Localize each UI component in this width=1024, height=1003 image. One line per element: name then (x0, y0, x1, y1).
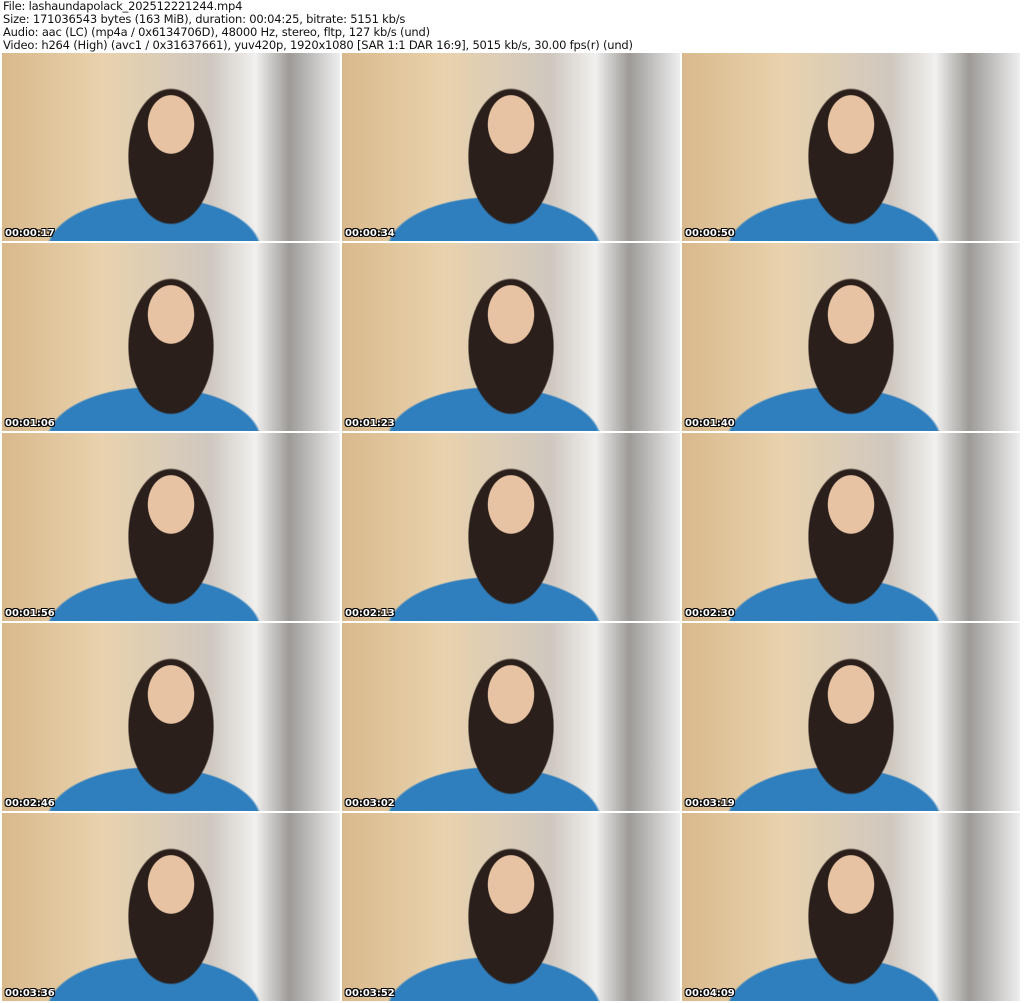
video-thumbnail: 00:02:46 (2, 623, 340, 811)
timestamp-label: 00:02:46 (5, 798, 55, 809)
video-thumbnail: 00:01:56 (2, 433, 340, 621)
video-thumbnail: 00:03:52 (342, 813, 680, 1001)
timestamp-label: 00:03:02 (345, 798, 395, 809)
file-info-header: File: lashaundapolack_202512221244.mp4 S… (3, 0, 633, 52)
video-thumbnail: 00:01:40 (682, 243, 1020, 431)
timestamp-label: 00:03:36 (5, 988, 55, 999)
timestamp-label: 00:01:06 (5, 418, 55, 429)
timestamp-label: 00:02:30 (685, 608, 735, 619)
timestamp-label: 00:03:19 (685, 798, 735, 809)
thumbnail-grid: 00:00:17 00:00:34 00:00:50 00:01:06 00:01:23… (2, 53, 1020, 1001)
timestamp-label: 00:00:17 (5, 228, 55, 239)
video-thumbnail: 00:00:50 (682, 53, 1020, 241)
video-thumbnail: 00:00:34 (342, 53, 680, 241)
video-thumbnail: 00:03:36 (2, 813, 340, 1001)
timestamp-label: 00:00:50 (685, 228, 735, 239)
timestamp-label: 00:02:13 (345, 608, 395, 619)
video-thumbnail: 00:03:19 (682, 623, 1020, 811)
timestamp-label: 00:01:40 (685, 418, 735, 429)
video-thumbnail: 00:01:06 (2, 243, 340, 431)
timestamp-label: 00:04:09 (685, 988, 735, 999)
video-info: Video: h264 (High) (avc1 / 0x31637661), … (3, 38, 633, 52)
video-thumbnail: 00:00:17 (2, 53, 340, 241)
timestamp-label: 00:00:34 (345, 228, 395, 239)
timestamp-label: 00:01:23 (345, 418, 395, 429)
video-thumbnail: 00:02:30 (682, 433, 1020, 621)
video-thumbnail: 00:03:02 (342, 623, 680, 811)
video-thumbnail: 00:01:23 (342, 243, 680, 431)
timestamp-label: 00:03:52 (345, 988, 395, 999)
timestamp-label: 00:01:56 (5, 608, 55, 619)
video-thumbnail: 00:02:13 (342, 433, 680, 621)
video-thumbnail: 00:04:09 (682, 813, 1020, 1001)
